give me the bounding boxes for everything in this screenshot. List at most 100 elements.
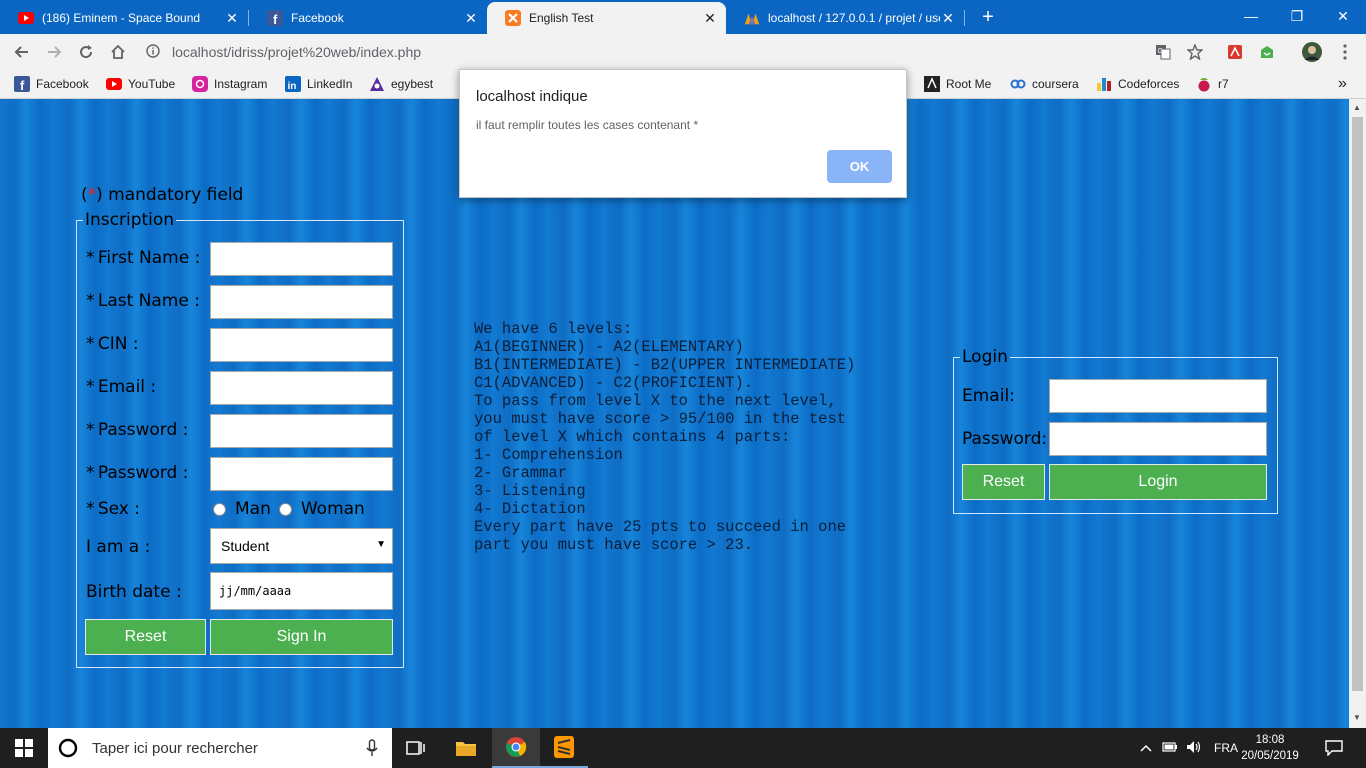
more-bookmarks-button[interactable]: » xyxy=(1338,72,1347,96)
sublime-taskbar-button[interactable] xyxy=(540,728,588,768)
microphone-icon xyxy=(366,739,378,756)
extension-icon[interactable] xyxy=(1255,40,1279,64)
sign-in-button[interactable]: Sign In xyxy=(210,619,393,655)
dialog-ok-button[interactable]: OK xyxy=(827,150,892,183)
bookmark-instagram[interactable]: Instagram xyxy=(192,72,267,96)
last-name-input[interactable] xyxy=(210,285,393,319)
coursera-icon xyxy=(1010,76,1026,92)
translate-icon[interactable]: G xyxy=(1151,40,1175,64)
chevron-up-icon[interactable] xyxy=(1140,741,1152,755)
confirm-password-input[interactable] xyxy=(210,457,393,491)
svg-text:f: f xyxy=(20,78,25,92)
tab-english-test[interactable]: English Test ✕ xyxy=(487,2,726,34)
bookmark-linkedin[interactable]: in LinkedIn xyxy=(285,72,352,96)
login-legend: Login xyxy=(962,347,1008,367)
alert-dialog: localhost indique il faut remplir toutes… xyxy=(459,69,907,198)
radio-man[interactable] xyxy=(213,502,226,516)
bookmark-label: egybest xyxy=(391,77,434,91)
menu-kebab-icon[interactable] xyxy=(1333,40,1357,64)
bookmark-label: Instagram xyxy=(214,77,268,91)
forward-button[interactable] xyxy=(42,40,66,64)
minimize-button[interactable]: — xyxy=(1228,4,1274,28)
codeforces-icon xyxy=(1096,76,1112,92)
email-input[interactable] xyxy=(210,371,393,405)
task-view-button[interactable] xyxy=(392,728,440,768)
file-explorer-button[interactable] xyxy=(442,728,490,768)
label-text: Sex : xyxy=(97,499,140,519)
scroll-down-icon[interactable]: ▼ xyxy=(1353,713,1361,722)
bookmark-r7[interactable]: r7 xyxy=(1196,72,1229,96)
bookmark-star-icon[interactable] xyxy=(1183,40,1207,64)
chrome-taskbar-button[interactable] xyxy=(492,728,540,768)
bookmark-coursera[interactable]: coursera xyxy=(1010,72,1079,96)
back-button[interactable] xyxy=(10,40,34,64)
windows-taskbar: Taper ici pour rechercher FRA 18:08 20/0… xyxy=(0,728,1366,768)
close-icon[interactable]: ✕ xyxy=(940,10,956,27)
restore-button[interactable]: ❐ xyxy=(1274,4,1320,28)
taskbar-clock[interactable]: 18:08 20/05/2019 xyxy=(1236,732,1304,764)
login-button[interactable]: Login xyxy=(1049,464,1267,500)
login-email-input[interactable] xyxy=(1049,379,1267,413)
notifications-button[interactable] xyxy=(1310,728,1358,768)
scrollbar-thumb[interactable] xyxy=(1352,117,1363,691)
info-icon[interactable] xyxy=(146,43,164,61)
close-icon[interactable]: ✕ xyxy=(702,10,718,27)
cin-label: * CIN : xyxy=(86,334,139,354)
close-icon[interactable]: ✕ xyxy=(463,10,479,27)
label-text: CIN : xyxy=(97,334,139,354)
dropdown-caret-icon: ▼ xyxy=(376,539,386,550)
facebook-icon: f xyxy=(14,76,30,92)
taskbar-search-box[interactable]: Taper ici pour rechercher xyxy=(48,728,392,768)
url-text: localhost/idriss/projet%20web/index.php xyxy=(172,44,422,60)
youtube-icon xyxy=(106,76,122,92)
bookmark-label: r7 xyxy=(1218,77,1229,91)
instagram-icon xyxy=(192,76,208,92)
egybest-icon xyxy=(369,76,385,92)
sex-label: * Sex : xyxy=(86,499,140,519)
label-text: Email: xyxy=(962,386,1015,406)
birth-date-input[interactable]: jj/mm/aaaa xyxy=(210,572,393,610)
last-name-label: * Last Name : xyxy=(86,291,200,311)
radio-woman[interactable] xyxy=(278,502,292,516)
reload-button[interactable] xyxy=(74,40,98,64)
bookmark-label: coursera xyxy=(1032,77,1079,91)
bookmark-rootme[interactable]: Root Me xyxy=(924,72,991,96)
pdf-extension-icon[interactable] xyxy=(1223,40,1247,64)
role-select[interactable]: Student ▼ xyxy=(210,528,393,564)
window-close-button[interactable]: ✕ xyxy=(1320,4,1366,28)
address-bar[interactable]: localhost/idriss/projet%20web/index.php xyxy=(140,38,1220,66)
tab-youtube[interactable]: (186) Eminem - Space Bound ✕ xyxy=(0,2,248,34)
bookmark-egybest[interactable]: egybest xyxy=(369,72,433,96)
page-scrollbar[interactable]: ▲ ▼ xyxy=(1349,99,1366,728)
home-button[interactable] xyxy=(106,40,130,64)
close-icon[interactable]: ✕ xyxy=(224,10,240,27)
radio-man-label[interactable]: Man xyxy=(235,499,271,519)
profile-avatar[interactable] xyxy=(1300,40,1324,64)
login-reset-button[interactable]: Reset xyxy=(962,464,1045,500)
bookmark-codeforces[interactable]: Codeforces xyxy=(1096,72,1179,96)
volume-icon[interactable] xyxy=(1186,740,1202,757)
facebook-icon: f xyxy=(267,10,283,26)
tab-facebook[interactable]: f Facebook ✕ xyxy=(249,2,487,34)
bookmark-youtube[interactable]: YouTube xyxy=(106,72,175,96)
bookmark-label: Facebook xyxy=(36,77,89,91)
battery-icon[interactable] xyxy=(1162,741,1178,755)
role-label: I am a : xyxy=(86,537,150,557)
login-password-label: Password: xyxy=(962,429,1047,449)
required-star: * xyxy=(86,463,95,483)
new-tab-button[interactable]: + xyxy=(978,6,998,29)
login-password-input[interactable] xyxy=(1049,422,1267,456)
bookmark-facebook[interactable]: f Facebook xyxy=(14,72,89,96)
language-indicator[interactable]: FRA xyxy=(1214,741,1238,755)
signup-reset-button[interactable]: Reset xyxy=(85,619,206,655)
paren-open: ( xyxy=(81,185,88,205)
password-label: * Password : xyxy=(86,420,188,440)
password-input[interactable] xyxy=(210,414,393,448)
radio-woman-label[interactable]: Woman xyxy=(301,499,365,519)
start-button[interactable] xyxy=(0,728,48,768)
scroll-up-icon[interactable]: ▲ xyxy=(1353,103,1361,112)
tab-phpmyadmin[interactable]: localhost / 127.0.0.1 / projet / use ✕ xyxy=(726,2,964,34)
first-name-input[interactable] xyxy=(210,242,393,276)
tab-strip: (186) Eminem - Space Bound ✕ f Facebook … xyxy=(0,0,1366,34)
cin-input[interactable] xyxy=(210,328,393,362)
